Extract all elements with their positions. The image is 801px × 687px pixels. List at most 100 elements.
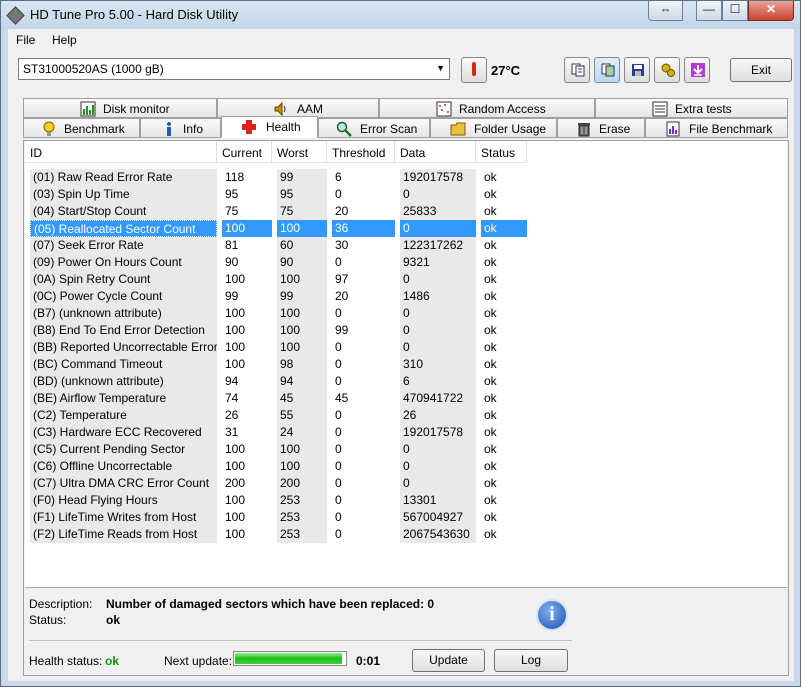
table-row[interactable]: (B7) (unknown attribute) 100 100 0 0 ok — [30, 305, 530, 322]
menu-file[interactable]: File — [16, 33, 35, 47]
table-row[interactable]: (C3) Hardware ECC Recovered 31 24 0 19201757… — [30, 424, 530, 441]
table-row[interactable]: (C2) Temperature 26 55 0 26 ok — [30, 407, 530, 424]
table-row[interactable]: (BB) Reported Uncorrectable Errors 100 100… — [30, 339, 530, 356]
column-header-id[interactable]: ID — [25, 141, 217, 163]
cell-current: 26 — [225, 408, 239, 422]
smart-table[interactable]: ID Current Worst Threshold Data Status (… — [25, 141, 787, 588]
cell-status: ok — [484, 476, 497, 490]
tab-folder-usage[interactable]: Folder Usage — [430, 118, 557, 138]
table-row[interactable]: (F0) Head Flying Hours 100 253 0 13301 ok — [30, 492, 530, 509]
cell-status: ok — [484, 527, 497, 541]
tab-random-access[interactable]: Random Access — [379, 98, 595, 118]
download-icon — [691, 63, 705, 77]
table-row[interactable]: (C5) Current Pending Sector 100 100 0 0 ok — [30, 441, 530, 458]
extra-tests-icon — [652, 101, 668, 117]
cell-current: 100 — [225, 442, 246, 456]
table-row[interactable]: (01) Raw Read Error Rate 118 99 6 192017578 o… — [30, 169, 530, 186]
table-row[interactable]: (B8) End To End Error Detection 100 100 99 0… — [30, 322, 530, 339]
table-row[interactable]: (C7) Ultra DMA CRC Error Count 200 200 0 0 ok — [30, 475, 530, 492]
cell-id: (C7) Ultra DMA CRC Error Count — [30, 475, 217, 492]
cell-worst: 100 — [277, 220, 327, 237]
table-row[interactable]: (0A) Spin Retry Count 100 100 97 0 ok — [30, 271, 530, 288]
table-row[interactable]: (BC) Command Timeout 100 98 0 310 ok — [30, 356, 530, 373]
update-button[interactable]: Update — [412, 649, 485, 672]
table-row[interactable]: (07) Seek Error Rate 81 60 30 122317262 ok — [30, 237, 530, 254]
tab-error-scan[interactable]: Error Scan — [318, 118, 430, 138]
cell-id: (C5) Current Pending Sector — [30, 441, 217, 458]
column-header-status[interactable]: Status — [476, 141, 527, 163]
log-button[interactable]: Log — [494, 649, 568, 672]
table-row[interactable]: (BD) (unknown attribute) 94 94 0 6 ok — [30, 373, 530, 390]
cell-threshold: 0 — [335, 510, 342, 524]
cell-id: (B7) (unknown attribute) — [30, 305, 217, 322]
table-row[interactable]: (09) Power On Hours Count 90 90 0 9321 ok — [30, 254, 530, 271]
cell-status: ok — [484, 425, 497, 439]
save-button[interactable] — [624, 57, 650, 83]
column-header-data[interactable]: Data — [395, 141, 476, 163]
cell-status: ok — [484, 408, 497, 422]
column-header-current[interactable]: Current — [217, 141, 272, 163]
health-cross-icon — [242, 120, 256, 134]
cell-current: 100 — [225, 323, 246, 337]
copy-screenshot-icon — [601, 63, 615, 77]
drive-select[interactable]: ST31000520AS (1000 gB) ▼ — [18, 58, 450, 80]
table-row[interactable]: (03) Spin Up Time 95 95 0 0 ok — [30, 186, 530, 203]
cell-threshold: 6 — [335, 170, 342, 184]
progress-fill — [235, 653, 342, 664]
column-header-threshold[interactable]: Threshold — [327, 141, 395, 163]
cell-id: (C3) Hardware ECC Recovered — [30, 424, 217, 441]
tab-info[interactable]: Info — [140, 118, 221, 138]
options-button[interactable] — [654, 57, 680, 83]
resize-arrows-icon: ⇔ — [659, 2, 672, 16]
thermometer-button[interactable] — [461, 57, 487, 83]
download-button[interactable] — [684, 57, 710, 83]
tab-benchmark[interactable]: Benchmark — [23, 118, 140, 138]
tab-label: Extra tests — [675, 102, 732, 116]
table-row[interactable]: (F2) LifeTime Reads from Host 100 253 0 2067… — [30, 526, 530, 543]
table-row[interactable]: (BE) Airflow Temperature 74 45 45 470941722 o… — [30, 390, 530, 407]
exit-button[interactable]: Exit — [730, 58, 792, 82]
cell-current: 200 — [225, 476, 246, 490]
copy-screenshot-button[interactable] — [594, 57, 620, 83]
copy-text-button[interactable] — [564, 57, 590, 83]
chevron-down-icon[interactable]: ▼ — [436, 63, 445, 73]
cell-status: ok — [484, 323, 497, 337]
tab-disk-monitor[interactable]: Disk monitor — [23, 98, 217, 118]
cell-data: 0 — [400, 458, 476, 475]
table-row[interactable]: (0C) Power Cycle Count 99 99 20 1486 ok — [30, 288, 530, 305]
column-header-worst[interactable]: Worst — [272, 141, 327, 163]
disk-monitor-icon — [80, 101, 96, 117]
maximize-button[interactable]: ☐ — [722, 1, 748, 21]
cell-data: 1486 — [400, 288, 476, 305]
speaker-icon — [274, 101, 286, 117]
tab-aam[interactable]: AAM — [217, 98, 379, 118]
tab-health[interactable]: Health — [221, 116, 318, 138]
cell-id: (BB) Reported Uncorrectable Errors — [30, 339, 217, 356]
table-row[interactable]: (F1) LifeTime Writes from Host 100 253 0 567… — [30, 509, 530, 526]
tab-file-benchmark[interactable]: File Benchmark — [645, 118, 788, 138]
cell-id: (03) Spin Up Time — [30, 186, 217, 203]
cell-current: 95 — [225, 187, 239, 201]
cell-current: 100 — [225, 527, 246, 541]
table-row[interactable]: (05) Reallocated Sector Count 100 100 36 0 ok — [30, 220, 530, 237]
cell-worst: 24 — [277, 424, 327, 441]
app-icon[interactable] — [6, 6, 25, 25]
cell-current: 31 — [225, 425, 239, 439]
menu-help[interactable]: Help — [52, 33, 77, 47]
close-button[interactable]: ✕ — [748, 1, 794, 21]
title-bar[interactable]: HD Tune Pro 5.00 - Hard Disk Utility ⇔ —… — [1, 1, 800, 29]
cell-status: ok — [484, 170, 497, 184]
cell-id: (F0) Head Flying Hours — [30, 492, 217, 509]
cell-data: 122317262 — [400, 237, 476, 254]
table-row[interactable]: (C6) Offline Uncorrectable 100 100 0 0 ok — [30, 458, 530, 475]
cell-current: 100 — [225, 510, 246, 524]
cell-id: (09) Power On Hours Count — [30, 254, 217, 271]
tab-extra-tests[interactable]: Extra tests — [595, 98, 788, 118]
cell-status: ok — [484, 255, 497, 269]
restore-arrows-button[interactable]: ⇔ — [648, 1, 683, 21]
tab-erase[interactable]: Erase — [557, 118, 645, 138]
minimize-button[interactable]: — — [696, 1, 722, 21]
tab-label: Random Access — [459, 102, 546, 116]
cell-data: 6 — [400, 373, 476, 390]
table-row[interactable]: (04) Start/Stop Count 75 75 20 25833 ok — [30, 203, 530, 220]
